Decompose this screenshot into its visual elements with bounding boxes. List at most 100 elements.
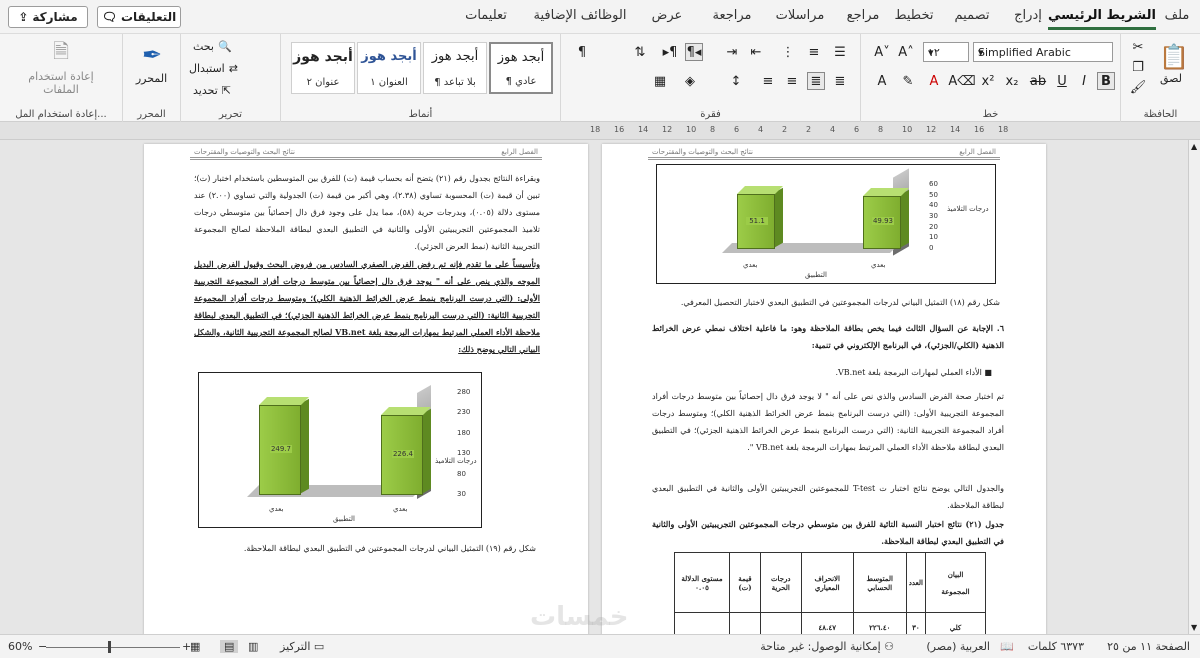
borders-icon[interactable]: ▦ [651,72,669,90]
decrease-indent-icon[interactable]: ⇤ [747,43,765,61]
grow-font-icon[interactable]: A˄ [897,43,915,61]
justify-icon[interactable]: ≣ [807,72,825,90]
reuse-files-button[interactable]: إعادة استخدام الملفات [0,70,122,96]
text-effects-icon[interactable]: A [873,72,891,90]
language-indicator[interactable]: العربية (مصر) [926,640,990,653]
multilevel-list-icon[interactable]: ⋮ [779,43,797,61]
tab-help[interactable]: تعليمات [465,8,507,23]
print-layout-icon[interactable]: ▤ [220,640,239,653]
style-heading-1[interactable]: أبجد هوز العنوان ١ [357,42,421,94]
ruler-number: 6 [854,125,860,134]
strikethrough-icon[interactable]: ab [1029,72,1047,90]
align-center-icon[interactable]: ≡ [783,72,801,90]
share-button[interactable]: ⇪ مشاركة [8,6,88,28]
style-no-spacing[interactable]: أبجد هوز ¶ بلا تباعد [423,42,487,94]
tab-insert[interactable]: إدراج [1014,8,1042,23]
ruler-number: 14 [638,125,649,134]
chart-19: 249.7 226.4 30 80 130 180 230 280 بعدي بعدي ال… [198,372,482,528]
focus-button[interactable]: ▭ التركيز [280,640,324,653]
spellcheck-icon[interactable]: 📖 [1000,640,1014,653]
scroll-up-icon[interactable]: ▲ [1191,142,1197,151]
align-left-icon[interactable]: ≡ [759,72,777,90]
show-marks-icon[interactable]: ¶ [573,43,591,61]
tab-references[interactable]: مراجع [847,8,880,23]
table-title: جدول (٢١) نتائج اختبار النسبة التائية لل… [652,519,1005,546]
tab-view[interactable]: عرض [652,8,683,23]
editor-button[interactable]: المحرر [123,72,180,85]
zoom-in-icon[interactable]: + [182,640,191,653]
table-header-cell: العدد [905,552,927,613]
paste-icon[interactable]: 📋 [1159,40,1189,74]
increase-indent-icon[interactable]: ⇥ [723,43,741,61]
page-header: الفصل الرابع نتائج البحث والتوصيات والمقت… [648,146,1000,160]
table-header-cell: قيمة (ت) [729,552,761,613]
search-icon: 🔍 [217,40,232,53]
left-page[interactable]: الفصل الرابع نتائج البحث والتوصيات والمقت… [144,144,588,634]
highlight-icon[interactable]: ✎ [899,72,917,90]
sort-icon[interactable]: ⇅ [631,43,649,61]
rtl-icon[interactable]: ¶◂ [685,43,703,61]
tab-layout[interactable]: تخطيط [895,8,934,23]
document-canvas[interactable]: الفصل الرابع نتائج البحث والتوصيات والمقت… [0,140,1188,634]
tab-mailings[interactable]: مراسلات [776,8,825,23]
zoom-slider[interactable] [46,647,180,648]
zoom-out-icon[interactable]: − [38,640,47,653]
shading-icon[interactable]: ◈ [681,72,699,90]
page-header: الفصل الرابع نتائج البحث والتوصيات والمقت… [190,146,542,160]
zoom-level[interactable]: 60% [8,640,32,653]
editor-pen-icon[interactable]: ✒ [137,40,167,70]
comments-button[interactable]: 🗨 التعليقات [97,6,181,28]
reuse-group-label: إعادة استخدام المل... [15,109,107,120]
clear-format-icon[interactable]: A⌫ [948,72,975,90]
read-mode-icon[interactable]: ▥ [248,640,258,653]
reuse-group: 🗎 إعادة استخدام الملفات إعادة استخدام الم… [0,34,122,122]
bold-icon[interactable]: B [1097,72,1115,90]
line-spacing-icon[interactable]: ↕ [727,72,745,90]
subscript-icon[interactable]: x₂ [1003,72,1021,90]
tab-addins[interactable]: الوظائف الإضافية [534,8,627,23]
y-tick-label: 130 [457,449,471,458]
replace-button[interactable]: ⇄ استبدال [189,62,238,75]
reuse-files-icon[interactable]: 🗎 [46,39,76,68]
font-color-icon[interactable]: A [925,72,943,90]
zoom-slider-thumb[interactable] [108,641,111,653]
find-button[interactable]: 🔍 بحث [193,40,232,53]
web-layout-icon[interactable]: ▦ [190,640,200,653]
page-count[interactable]: الصفحة ١١ من ٢٥ [1107,640,1190,653]
horizontal-ruler[interactable]: 18 16 14 12 10 8 6 4 2 2 4 6 8 10 12 14 16 18 [0,122,1200,140]
align-right-icon[interactable]: ≣ [831,72,849,90]
ltr-icon[interactable]: ▸¶ [661,43,679,61]
style-normal[interactable]: أبجد هوز ¶ عادي [489,42,553,94]
superscript-icon[interactable]: x² [979,72,997,90]
word-count[interactable]: ٦٣٧٣ كلمات [1028,640,1084,653]
editor-group-label: المحرر [137,109,166,120]
ruler-number: 12 [926,125,937,134]
underline-icon[interactable]: U [1053,72,1071,90]
vertical-scrollbar[interactable]: ▲ ▼ [1188,140,1200,634]
accessibility-indicator[interactable]: ⚇ إمكانية الوصول: غير متاحة [760,640,894,653]
right-paragraph-2: والجدول التالي يوضح نتائج اختبار ت T-tes… [652,484,1004,510]
font-name-select[interactable]: Simplified Arabic ▾ [973,42,1113,62]
paste-button[interactable]: لصق [1151,72,1191,85]
tab-file[interactable]: ملف [1165,8,1190,23]
cut-icon[interactable]: ✂ [1129,38,1147,56]
style-heading-2[interactable]: أبجد هوز عنوان ٢ [291,42,355,94]
tab-home[interactable]: الشريط الرئيسي [1048,8,1156,30]
shrink-font-icon[interactable]: A˅ [873,43,891,61]
select-button[interactable]: ⇱ تحديد [193,84,231,97]
copy-icon[interactable]: ❐ [1129,58,1147,76]
table-cell [673,612,731,634]
italic-icon[interactable]: I [1075,72,1093,90]
tab-design[interactable]: تصميم [955,8,990,23]
chart-18-xlabel: التطبيق [805,271,827,279]
right-page[interactable]: الفصل الرابع نتائج البحث والتوصيات والمقت… [602,144,1046,634]
y-tick-label: 20 [929,222,938,231]
right-paragraph-1: تم اختبار صحة الفرض السادس والذي نص على … [652,392,1004,452]
bullets-icon[interactable]: ☰ [831,43,849,61]
tab-review[interactable]: مراجعة [712,8,751,23]
font-size-select[interactable]: ١٢ ▾ [923,42,969,62]
format-painter-icon[interactable]: 🖌 [1129,78,1147,96]
numbering-icon[interactable]: ≡ [805,43,823,61]
scroll-down-icon[interactable]: ▼ [1191,623,1197,632]
y-tick-label: 50 [929,190,938,199]
